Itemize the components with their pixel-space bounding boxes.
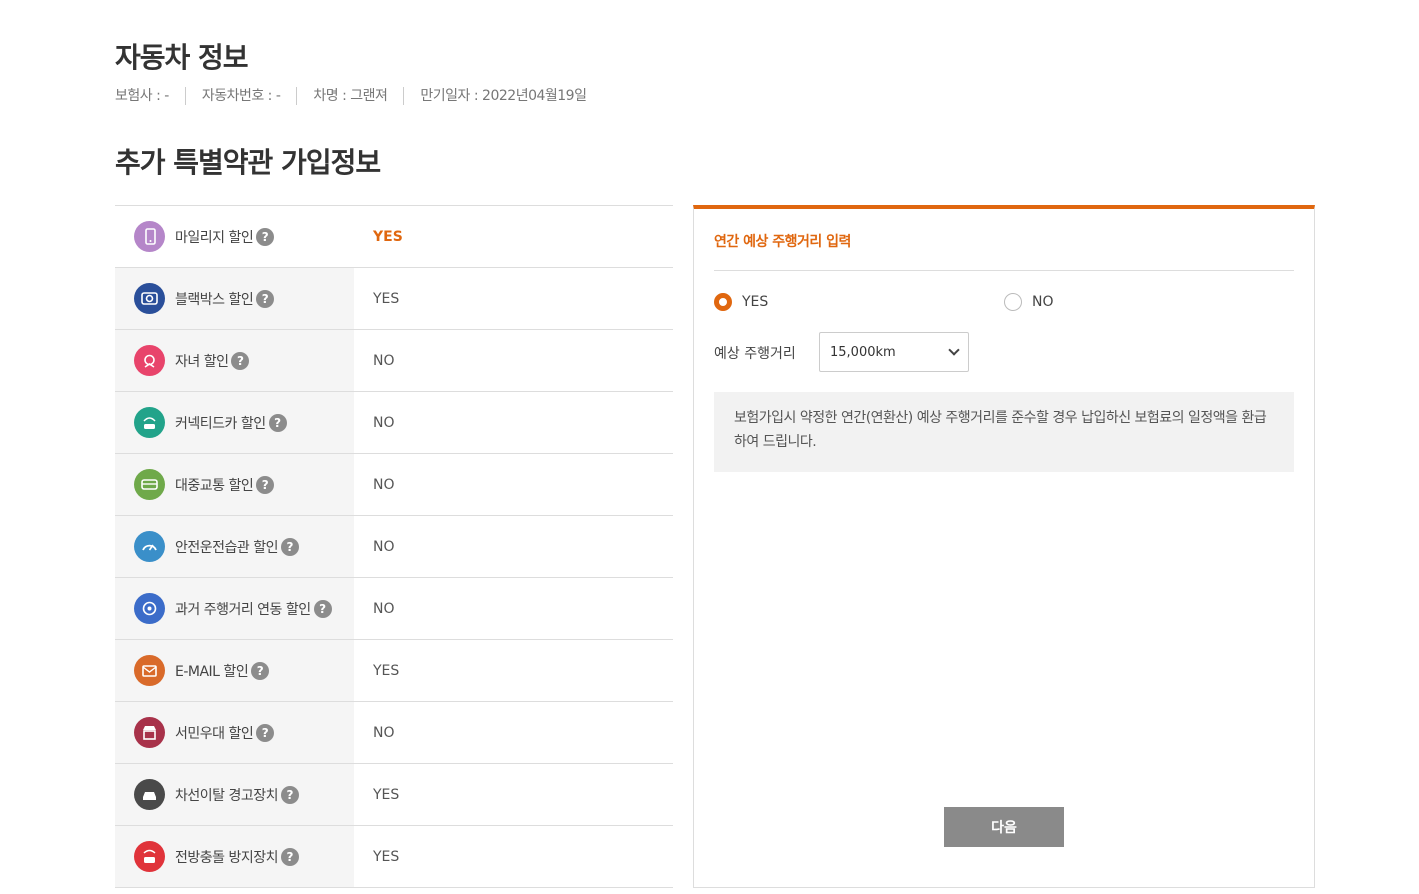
option-label: 안전운전습관 할인 <box>175 539 279 556</box>
option-value: YES <box>373 786 400 803</box>
option-label: 커넥티드카 할인 <box>175 415 266 432</box>
bus-icon <box>134 469 165 500</box>
shop-icon <box>134 717 165 748</box>
email-icon <box>134 655 165 686</box>
option-label: E-MAIL 할인 <box>175 663 249 680</box>
option-label-cell: E-MAIL 할인? <box>115 640 354 701</box>
child-icon <box>134 345 165 376</box>
radio-no-circle[interactable] <box>1004 293 1022 311</box>
expiry-date-info: 만기일자 : 2022년04월19일 <box>403 87 602 105</box>
next-button[interactable]: 다음 <box>944 807 1064 847</box>
speedometer-icon <box>134 531 165 562</box>
page-title: 자동차 정보 <box>115 41 249 74</box>
help-icon[interactable]: ? <box>256 289 275 308</box>
panel-divider <box>714 270 1294 271</box>
option-row: 전방충돌 방지장치? YES <box>115 826 673 888</box>
distance-select[interactable]: 15,000km <box>819 332 969 372</box>
help-icon[interactable]: ? <box>251 661 270 680</box>
annual-mileage-panel: 연간 예상 주행거리 입력 YES NO 예상 주행거리 15,000km 보험… <box>693 205 1315 888</box>
option-label-cell: 커넥티드카 할인? <box>115 392 354 453</box>
radio-yes-circle[interactable] <box>714 293 732 311</box>
notice-box: 보험가입시 약정한 연간(연환산) 예상 주행거리를 준수할 경우 납입하신 보… <box>714 392 1294 472</box>
option-row: 마일리지 할인? YES <box>115 206 673 268</box>
option-label: 자녀 할인 <box>175 353 229 370</box>
option-row: 대중교통 할인? NO <box>115 454 673 516</box>
option-row: E-MAIL 할인? YES <box>115 640 673 702</box>
option-label: 전방충돌 방지장치 <box>175 849 279 866</box>
option-label: 블랙박스 할인 <box>175 291 254 308</box>
option-value: NO <box>373 600 395 617</box>
option-row: 과거 주행거리 연동 할인? NO <box>115 578 673 640</box>
panel-title: 연간 예상 주행거리 입력 <box>714 234 851 250</box>
chevron-down-icon <box>948 344 960 356</box>
option-row: 차선이탈 경고장치? YES <box>115 764 673 826</box>
option-label: 마일리지 할인 <box>175 229 254 246</box>
help-icon[interactable]: ? <box>268 413 287 432</box>
help-icon[interactable]: ? <box>231 351 250 370</box>
option-label: 과거 주행거리 연동 할인 <box>175 601 311 618</box>
mileage-phone-icon <box>134 221 165 252</box>
help-icon[interactable]: ? <box>313 599 332 618</box>
distance-select-value: 15,000km <box>830 344 896 360</box>
option-value: NO <box>373 724 395 741</box>
radio-no[interactable]: NO <box>1004 293 1054 311</box>
distance-icon <box>134 593 165 624</box>
help-icon[interactable]: ? <box>281 847 299 866</box>
option-label-cell: 전방충돌 방지장치? <box>115 826 354 887</box>
option-row: 커넥티드카 할인? NO <box>115 392 673 454</box>
option-row: 안전운전습관 할인? NO <box>115 516 673 578</box>
option-label-cell: 안전운전습관 할인? <box>115 516 354 577</box>
option-row: 자녀 할인? NO <box>115 330 673 392</box>
car-name-info: 차명 : 그랜져 <box>296 87 403 105</box>
car-number-info: 자동차번호 : - <box>184 87 297 105</box>
option-label-cell: 차선이탈 경고장치? <box>115 764 354 825</box>
option-label-cell: 자녀 할인? <box>115 330 354 391</box>
option-label-cell: 과거 주행거리 연동 할인? <box>115 578 354 639</box>
help-icon[interactable]: ? <box>281 537 299 556</box>
connected-car-icon <box>134 407 165 438</box>
radio-no-label: NO <box>1032 294 1054 310</box>
radio-yes[interactable]: YES <box>714 293 768 311</box>
option-label-cell: 마일리지 할인? <box>115 206 354 267</box>
option-row: 블랙박스 할인? YES <box>115 268 673 330</box>
blackbox-camera-icon <box>134 283 165 314</box>
option-value: NO <box>373 414 395 431</box>
radio-yes-label: YES <box>742 294 769 310</box>
option-label-cell: 서민우대 할인? <box>115 702 354 763</box>
option-value: YES <box>373 848 400 865</box>
help-icon[interactable]: ? <box>256 475 275 494</box>
section-title: 추가 특별약관 가입정보 <box>115 146 381 179</box>
option-label: 서민우대 할인 <box>175 725 254 742</box>
option-label: 대중교통 할인 <box>175 477 254 494</box>
option-table: 마일리지 할인? YES 블랙박스 할인? YES 자녀 할인? NO 커넥티드카 할인? N… <box>115 205 673 888</box>
option-value: YES <box>373 662 400 679</box>
option-value: YES <box>373 228 403 245</box>
option-value: NO <box>373 538 395 555</box>
help-icon[interactable]: ? <box>256 227 275 246</box>
option-value: NO <box>373 476 395 493</box>
option-label-cell: 대중교통 할인? <box>115 454 354 515</box>
help-icon[interactable]: ? <box>256 723 275 742</box>
collision-warning-car-icon <box>134 841 165 872</box>
option-value: YES <box>373 290 400 307</box>
option-label: 차선이탈 경고장치 <box>175 787 279 804</box>
option-label-cell: 블랙박스 할인? <box>115 268 354 329</box>
help-icon[interactable]: ? <box>281 785 299 804</box>
insurer-info: 보험사 : - <box>115 88 169 104</box>
option-row: 서민우대 할인? NO <box>115 702 673 764</box>
car-info-bar: 보험사 : - 자동차번호 : - 차명 : 그랜져 만기일자 : 2022년0… <box>115 87 602 105</box>
option-value: NO <box>373 352 395 369</box>
distance-label: 예상 주행거리 <box>714 346 796 362</box>
lane-warning-car-icon <box>134 779 165 810</box>
